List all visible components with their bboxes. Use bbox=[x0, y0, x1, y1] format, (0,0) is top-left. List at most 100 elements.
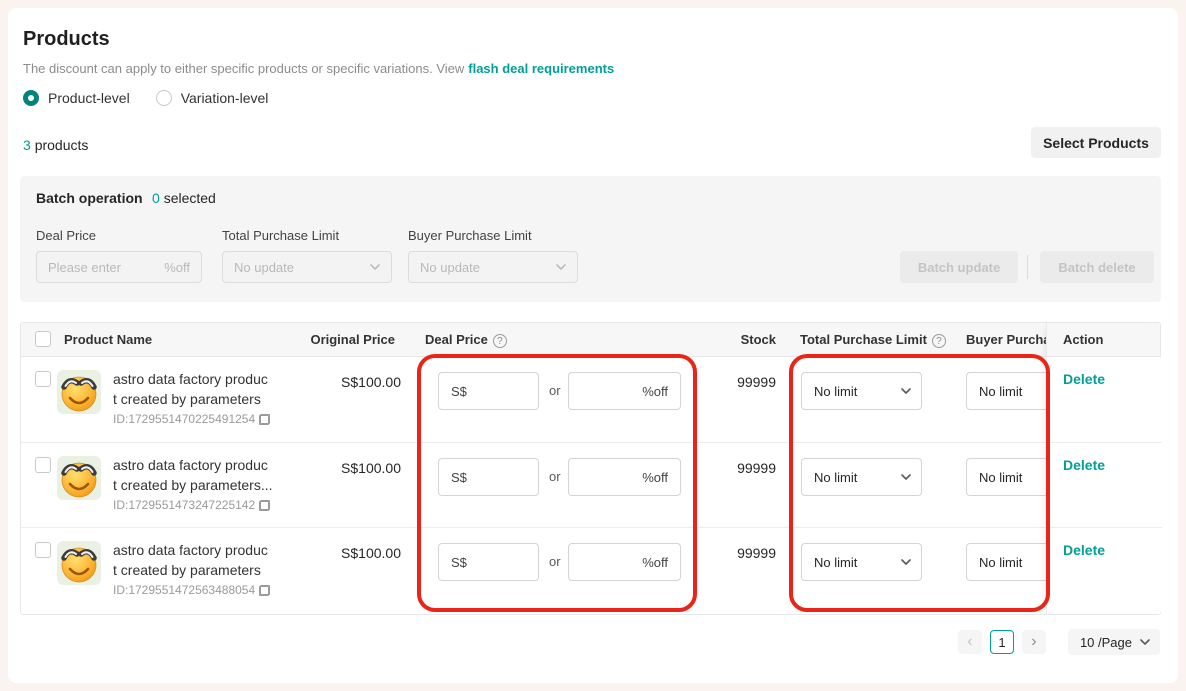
batch-deal-price-input[interactable]: Please enter %off bbox=[36, 251, 202, 283]
percent-suffix: %off bbox=[642, 555, 668, 570]
help-icon[interactable]: ? bbox=[493, 334, 507, 348]
next-icon: › bbox=[1031, 634, 1036, 650]
total-limit-select[interactable]: No limit bbox=[801, 372, 922, 410]
product-name-line1: astro data factory produc bbox=[113, 369, 303, 389]
buyer-limit-wrap: No limit bbox=[966, 458, 1046, 496]
prev-page-button[interactable]: ‹ bbox=[958, 630, 982, 654]
table-row: astro data factory product created by pa… bbox=[21, 527, 1162, 612]
percent-off-input[interactable]: %off bbox=[568, 372, 681, 410]
delete-link[interactable]: Delete bbox=[1063, 371, 1105, 387]
deal-price-input[interactable]: S$ bbox=[438, 372, 539, 410]
currency-prefix: S$ bbox=[451, 470, 467, 485]
page-subtitle: The discount can apply to either specifi… bbox=[23, 61, 614, 76]
batch-total-limit-select[interactable]: No update bbox=[222, 251, 392, 283]
product-id: ID:1729551472563488054 bbox=[113, 583, 270, 597]
delete-link[interactable]: Delete bbox=[1063, 457, 1105, 473]
product-id-text: ID:1729551472563488054 bbox=[113, 583, 255, 597]
row-checkbox[interactable] bbox=[35, 371, 51, 387]
chevron-down-icon bbox=[556, 264, 566, 270]
next-page-button[interactable]: › bbox=[1022, 630, 1046, 654]
batch-total-limit-value: No update bbox=[234, 260, 370, 275]
radio-product-level[interactable]: Product-level bbox=[23, 90, 130, 106]
product-id: ID:1729551473247225142 bbox=[113, 498, 270, 512]
pagination: ‹ 1 › 10 /Page bbox=[958, 629, 1160, 655]
total-limit-value: No limit bbox=[814, 470, 901, 485]
header-total-limit-label: Total Purchase Limit bbox=[800, 332, 927, 347]
product-name: astro data factory product created by pa… bbox=[113, 540, 303, 580]
action-column: Action Delete Delete Delete bbox=[1046, 323, 1160, 614]
total-limit-value: No limit bbox=[814, 555, 901, 570]
header-deal-price: Deal Price? bbox=[425, 323, 507, 356]
product-thumbnail bbox=[57, 456, 101, 500]
stock-value: 99999 bbox=[716, 460, 776, 476]
table-header-row: Product Name Original Price Deal Price? … bbox=[21, 323, 1160, 357]
copy-icon[interactable] bbox=[259, 500, 270, 511]
copy-icon[interactable] bbox=[259, 585, 270, 596]
product-id: ID:1729551470225491254 bbox=[113, 412, 270, 426]
batch-buttons-divider bbox=[1027, 255, 1028, 279]
radio-unselected-icon[interactable] bbox=[156, 90, 172, 106]
product-thumbnail bbox=[57, 370, 101, 414]
buyer-limit-value: No limit bbox=[979, 555, 1022, 570]
stock-value: 99999 bbox=[716, 374, 776, 390]
buyer-limit-input[interactable]: No limit bbox=[966, 458, 1046, 496]
header-original-price: Original Price bbox=[295, 323, 395, 356]
product-thumbnail bbox=[57, 541, 101, 585]
products-table: Product Name Original Price Deal Price? … bbox=[20, 322, 1161, 615]
flash-deal-requirements-link[interactable]: flash deal requirements bbox=[468, 61, 614, 76]
buyer-limit-value: No limit bbox=[979, 470, 1022, 485]
page-number-button[interactable]: 1 bbox=[990, 630, 1014, 654]
percent-off-input[interactable]: %off bbox=[568, 458, 681, 496]
header-total-limit: Total Purchase Limit? bbox=[800, 323, 946, 356]
page-size-value: 10 /Page bbox=[1080, 635, 1132, 650]
buyer-limit-input[interactable]: No limit bbox=[966, 372, 1046, 410]
deal-price-input[interactable]: S$ bbox=[438, 543, 539, 581]
header-deal-price-label: Deal Price bbox=[425, 332, 488, 347]
subtitle-text: The discount can apply to either specifi… bbox=[23, 61, 464, 76]
product-id-text: ID:1729551470225491254 bbox=[113, 412, 255, 426]
or-label: or bbox=[549, 554, 561, 569]
copy-icon[interactable] bbox=[259, 414, 270, 425]
batch-buyer-limit-value: No update bbox=[420, 260, 556, 275]
chevron-down-icon bbox=[901, 474, 911, 480]
chevron-down-icon bbox=[370, 264, 380, 270]
delete-link[interactable]: Delete bbox=[1063, 542, 1105, 558]
batch-buyer-limit-label: Buyer Purchase Limit bbox=[408, 228, 532, 243]
batch-delete-button[interactable]: Batch delete bbox=[1040, 251, 1154, 283]
batch-deal-price-placeholder: Please enter bbox=[48, 260, 164, 275]
row-checkbox[interactable] bbox=[35, 457, 51, 473]
chevron-down-icon bbox=[901, 559, 911, 565]
currency-prefix: S$ bbox=[451, 384, 467, 399]
buyer-limit-input[interactable]: No limit bbox=[966, 543, 1046, 581]
batch-deal-price-label: Deal Price bbox=[36, 228, 96, 243]
batch-deal-price-suffix: %off bbox=[164, 260, 190, 275]
select-products-button[interactable]: Select Products bbox=[1031, 127, 1161, 158]
total-limit-value: No limit bbox=[814, 384, 901, 399]
prev-icon: ‹ bbox=[967, 634, 972, 650]
page-size-select[interactable]: 10 /Page bbox=[1068, 629, 1160, 655]
deal-price-input[interactable]: S$ bbox=[438, 458, 539, 496]
radio-selected-icon[interactable] bbox=[23, 90, 39, 106]
percent-off-input[interactable]: %off bbox=[568, 543, 681, 581]
buyer-limit-value: No limit bbox=[979, 384, 1022, 399]
select-all-checkbox[interactable] bbox=[35, 331, 51, 347]
batch-selected-number: 0 bbox=[152, 190, 160, 206]
total-limit-select[interactable]: No limit bbox=[801, 543, 922, 581]
radio-variation-level[interactable]: Variation-level bbox=[156, 90, 269, 106]
chevron-down-icon bbox=[1140, 639, 1150, 645]
total-limit-select[interactable]: No limit bbox=[801, 458, 922, 496]
percent-suffix: %off bbox=[642, 384, 668, 399]
row-checkbox[interactable] bbox=[35, 542, 51, 558]
radio-product-label: Product-level bbox=[48, 90, 130, 106]
or-label: or bbox=[549, 383, 561, 398]
percent-suffix: %off bbox=[642, 470, 668, 485]
products-count-number: 3 bbox=[23, 137, 31, 153]
or-label: or bbox=[549, 469, 561, 484]
product-name-line2: t created by parameters bbox=[113, 389, 303, 409]
action-cell: Delete bbox=[1047, 527, 1160, 612]
batch-operation-title: Batch operation bbox=[36, 190, 143, 206]
batch-buyer-limit-select[interactable]: No update bbox=[408, 251, 578, 283]
help-icon[interactable]: ? bbox=[932, 334, 946, 348]
batch-selected-count: 0 selected bbox=[152, 190, 216, 206]
batch-update-button[interactable]: Batch update bbox=[900, 251, 1018, 283]
